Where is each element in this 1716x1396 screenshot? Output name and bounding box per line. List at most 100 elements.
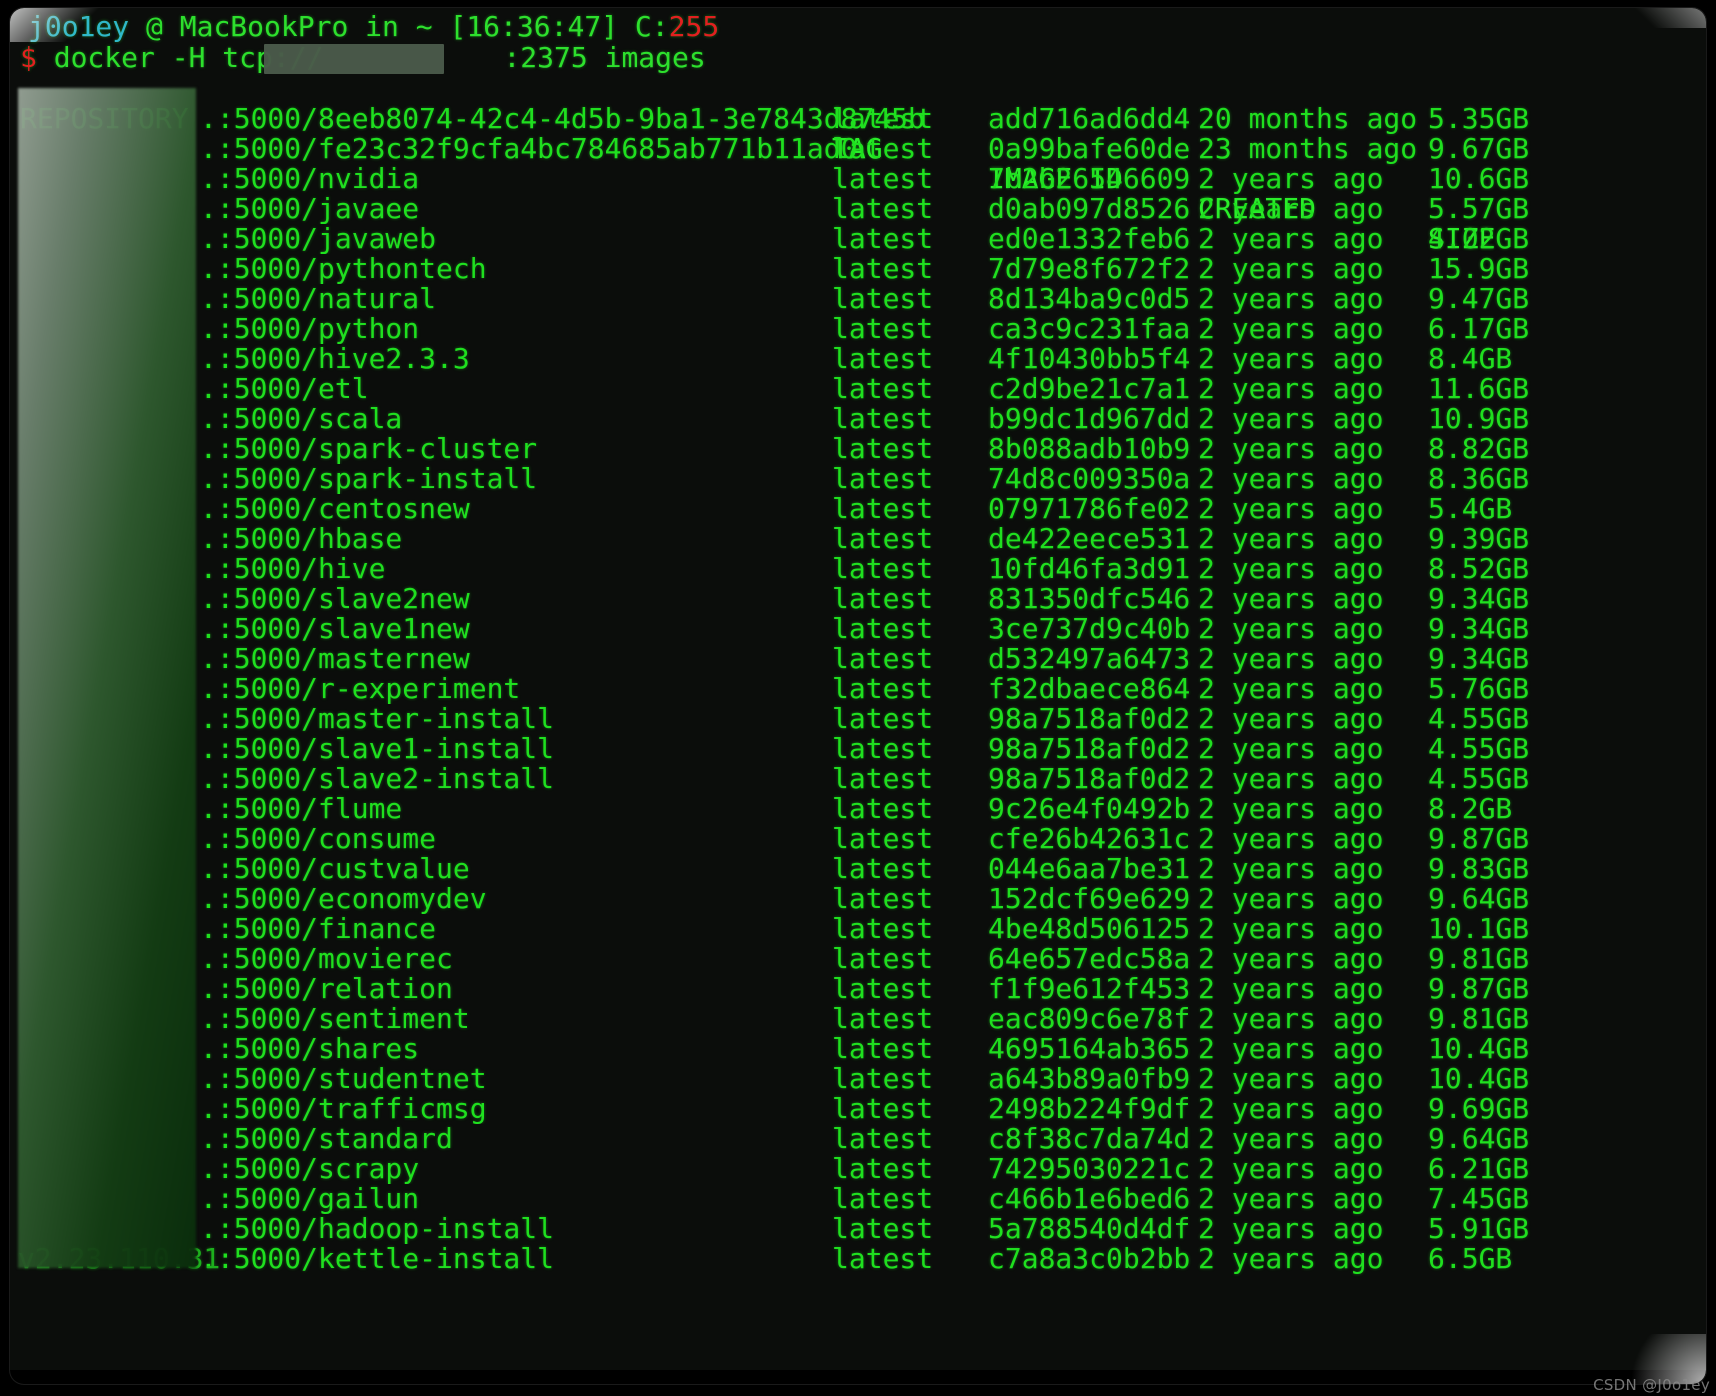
prompt-at-symbol: @: [146, 10, 163, 43]
cell-image-id: 9c26e4f0492b: [988, 792, 1191, 825]
cell-size: 9.64GB: [1428, 882, 1530, 915]
cell-created: 2 years ago: [1198, 552, 1384, 585]
cell-size: 9.69GB: [1428, 1092, 1530, 1125]
table-row: .:5000/trafficmsg latest 2498b224f9df 2 yea…: [10, 1094, 1706, 1124]
table-row: .:5000/r-experiment latest f32dbaece864 2 y…: [10, 674, 1706, 704]
table-row: .:5000/centosnew latest 07971786fe02 2 year…: [10, 494, 1706, 524]
cell-created: 2 years ago: [1198, 972, 1384, 1005]
cell-tag: latest: [832, 1062, 934, 1095]
cell-image-id: ca3c9c231faa: [988, 312, 1191, 345]
table-row: .:5000/sentiment latest eac809c6e78f 2 year…: [10, 1004, 1706, 1034]
cell-created: 2 years ago: [1198, 792, 1384, 825]
table-row: .:5000/slave1new latest 3ce737d9c40b 2 year…: [10, 614, 1706, 644]
table-row: .:5000/javaee latest d0ab097d8526 2 years a…: [10, 194, 1706, 224]
table-row: .:5000/gailun latest c466b1e6bed6 2 years a…: [10, 1184, 1706, 1214]
cell-tag: latest: [832, 1122, 934, 1155]
cell-image-id: 4f10430bb5f4: [988, 342, 1191, 375]
cell-tag: latest: [832, 132, 934, 165]
cell-created: 2 years ago: [1198, 492, 1384, 525]
cell-created: 2 years ago: [1198, 582, 1384, 615]
cell-tag: latest: [832, 642, 934, 675]
cell-size: 9.34GB: [1428, 642, 1530, 675]
prompt-timestamp: 16:36:47: [466, 10, 602, 43]
cell-tag: latest: [832, 882, 934, 915]
cell-created: 2 years ago: [1198, 1182, 1384, 1215]
table-row: .:5000/scrapy latest 74295030221c 2 years a…: [10, 1154, 1706, 1184]
table-row: .:5000/spark-cluster latest 8b088adb10b9 2 …: [10, 434, 1706, 464]
command-text-suffix: :2375 images: [503, 41, 706, 74]
cell-tag: latest: [832, 1002, 934, 1035]
cell-size: 15.9GB: [1428, 252, 1530, 285]
cell-image-id: 74d8c009350a: [988, 462, 1191, 495]
cell-created: 23 months ago: [1198, 132, 1418, 165]
cell-image-id: cfe26b42631c: [988, 822, 1191, 855]
cell-size: 10.9GB: [1428, 402, 1530, 435]
redaction-block-repository-column: [18, 88, 196, 1268]
cell-size: 8.52GB: [1428, 552, 1530, 585]
cell-tag: latest: [832, 612, 934, 645]
cell-created: 2 years ago: [1198, 912, 1384, 945]
redaction-block-command-host: [264, 44, 444, 74]
cell-size: 9.47GB: [1428, 282, 1530, 315]
table-row: .:5000/8eeb8074-42c4-4d5b-9ba1-3e7843d87…: [10, 104, 1706, 134]
cell-image-id: de422eece531: [988, 522, 1191, 555]
terminal-screen[interactable]: j0o1ey @ MacBookPro in ~ [16:36:47] C:25…: [10, 8, 1706, 1384]
cell-created: 2 years ago: [1198, 942, 1384, 975]
cell-tag: latest: [832, 1152, 934, 1185]
cell-image-id: 3ce737d9c40b: [988, 612, 1191, 645]
cell-tag: latest: [832, 162, 934, 195]
cell-size: 8.82GB: [1428, 432, 1530, 465]
table-row: .:5000/slave1-install latest 98a7518af0d2 2…: [10, 734, 1706, 764]
window-bottom-clip: [10, 1370, 1706, 1384]
cell-size: 9.83GB: [1428, 852, 1530, 885]
shell-prompt-line: j0o1ey @ MacBookPro in ~ [16:36:47] C:25…: [28, 12, 719, 42]
cell-image-id: 64e657edc58a: [988, 942, 1191, 975]
cell-created: 2 years ago: [1198, 1152, 1384, 1185]
table-row: .:5000/hive latest 10fd46fa3d91 2 years ago…: [10, 554, 1706, 584]
cell-size: 10.4GB: [1428, 1062, 1530, 1095]
cell-size: 6.5GB: [1428, 1242, 1513, 1275]
cell-created: 2 years ago: [1198, 372, 1384, 405]
cell-tag: latest: [832, 552, 934, 585]
cell-image-id: 74295030221c: [988, 1152, 1191, 1185]
cell-size: 9.34GB: [1428, 612, 1530, 645]
cell-tag: latest: [832, 762, 934, 795]
cell-tag: latest: [832, 102, 934, 135]
cell-image-id: 8b088adb10b9: [988, 432, 1191, 465]
table-row: .:5000/python latest ca3c9c231faa 2 years a…: [10, 314, 1706, 344]
terminal-window[interactable]: j0o1ey @ MacBookPro in ~ [16:36:47] C:25…: [10, 8, 1706, 1384]
cell-tag: latest: [832, 1092, 934, 1125]
cell-size: 4.55GB: [1428, 762, 1530, 795]
table-row: .:5000/movierec latest 64e657edc58a 2 years…: [10, 944, 1706, 974]
cell-tag: latest: [832, 912, 934, 945]
prompt-bracket-close: ]: [601, 10, 619, 43]
cell-tag: latest: [832, 192, 934, 225]
cell-image-id: b99dc1d967dd: [988, 402, 1191, 435]
cell-created: 2 years ago: [1198, 852, 1384, 885]
cell-tag: latest: [832, 1032, 934, 1065]
cell-created: 2 years ago: [1198, 1242, 1384, 1275]
cell-image-id: f1f9e612f453: [988, 972, 1191, 1005]
cell-tag: latest: [832, 972, 934, 1005]
cell-size: 5.76GB: [1428, 672, 1530, 705]
cell-created: 2 years ago: [1198, 702, 1384, 735]
prompt-username: j0o1ey: [28, 10, 130, 43]
table-row: .:5000/natural latest 8d134ba9c0d5 2 years …: [10, 284, 1706, 314]
cell-size: 6.17GB: [1428, 312, 1530, 345]
cell-size: 9.81GB: [1428, 1002, 1530, 1035]
prompt-working-directory: ~: [415, 10, 433, 43]
cell-created: 2 years ago: [1198, 1062, 1384, 1095]
cell-created: 2 years ago: [1198, 1092, 1384, 1125]
table-row: .:5000/custvalue latest 044e6aa7be31 2 year…: [10, 854, 1706, 884]
cell-size: 5.35GB: [1428, 102, 1530, 135]
cell-created: 2 years ago: [1198, 882, 1384, 915]
cell-tag: latest: [832, 1242, 934, 1275]
cell-created: 2 years ago: [1198, 252, 1384, 285]
cell-created: 2 years ago: [1198, 522, 1384, 555]
cell-tag: latest: [832, 342, 934, 375]
cell-tag: latest: [832, 432, 934, 465]
cell-image-id: 4695164ab365: [988, 1032, 1191, 1065]
table-row: .:5000/spark-install latest 74d8c009350a 2 …: [10, 464, 1706, 494]
table-row: .:5000/relation latest f1f9e612f453 2 years…: [10, 974, 1706, 1004]
cell-size: 8.4GB: [1428, 342, 1513, 375]
